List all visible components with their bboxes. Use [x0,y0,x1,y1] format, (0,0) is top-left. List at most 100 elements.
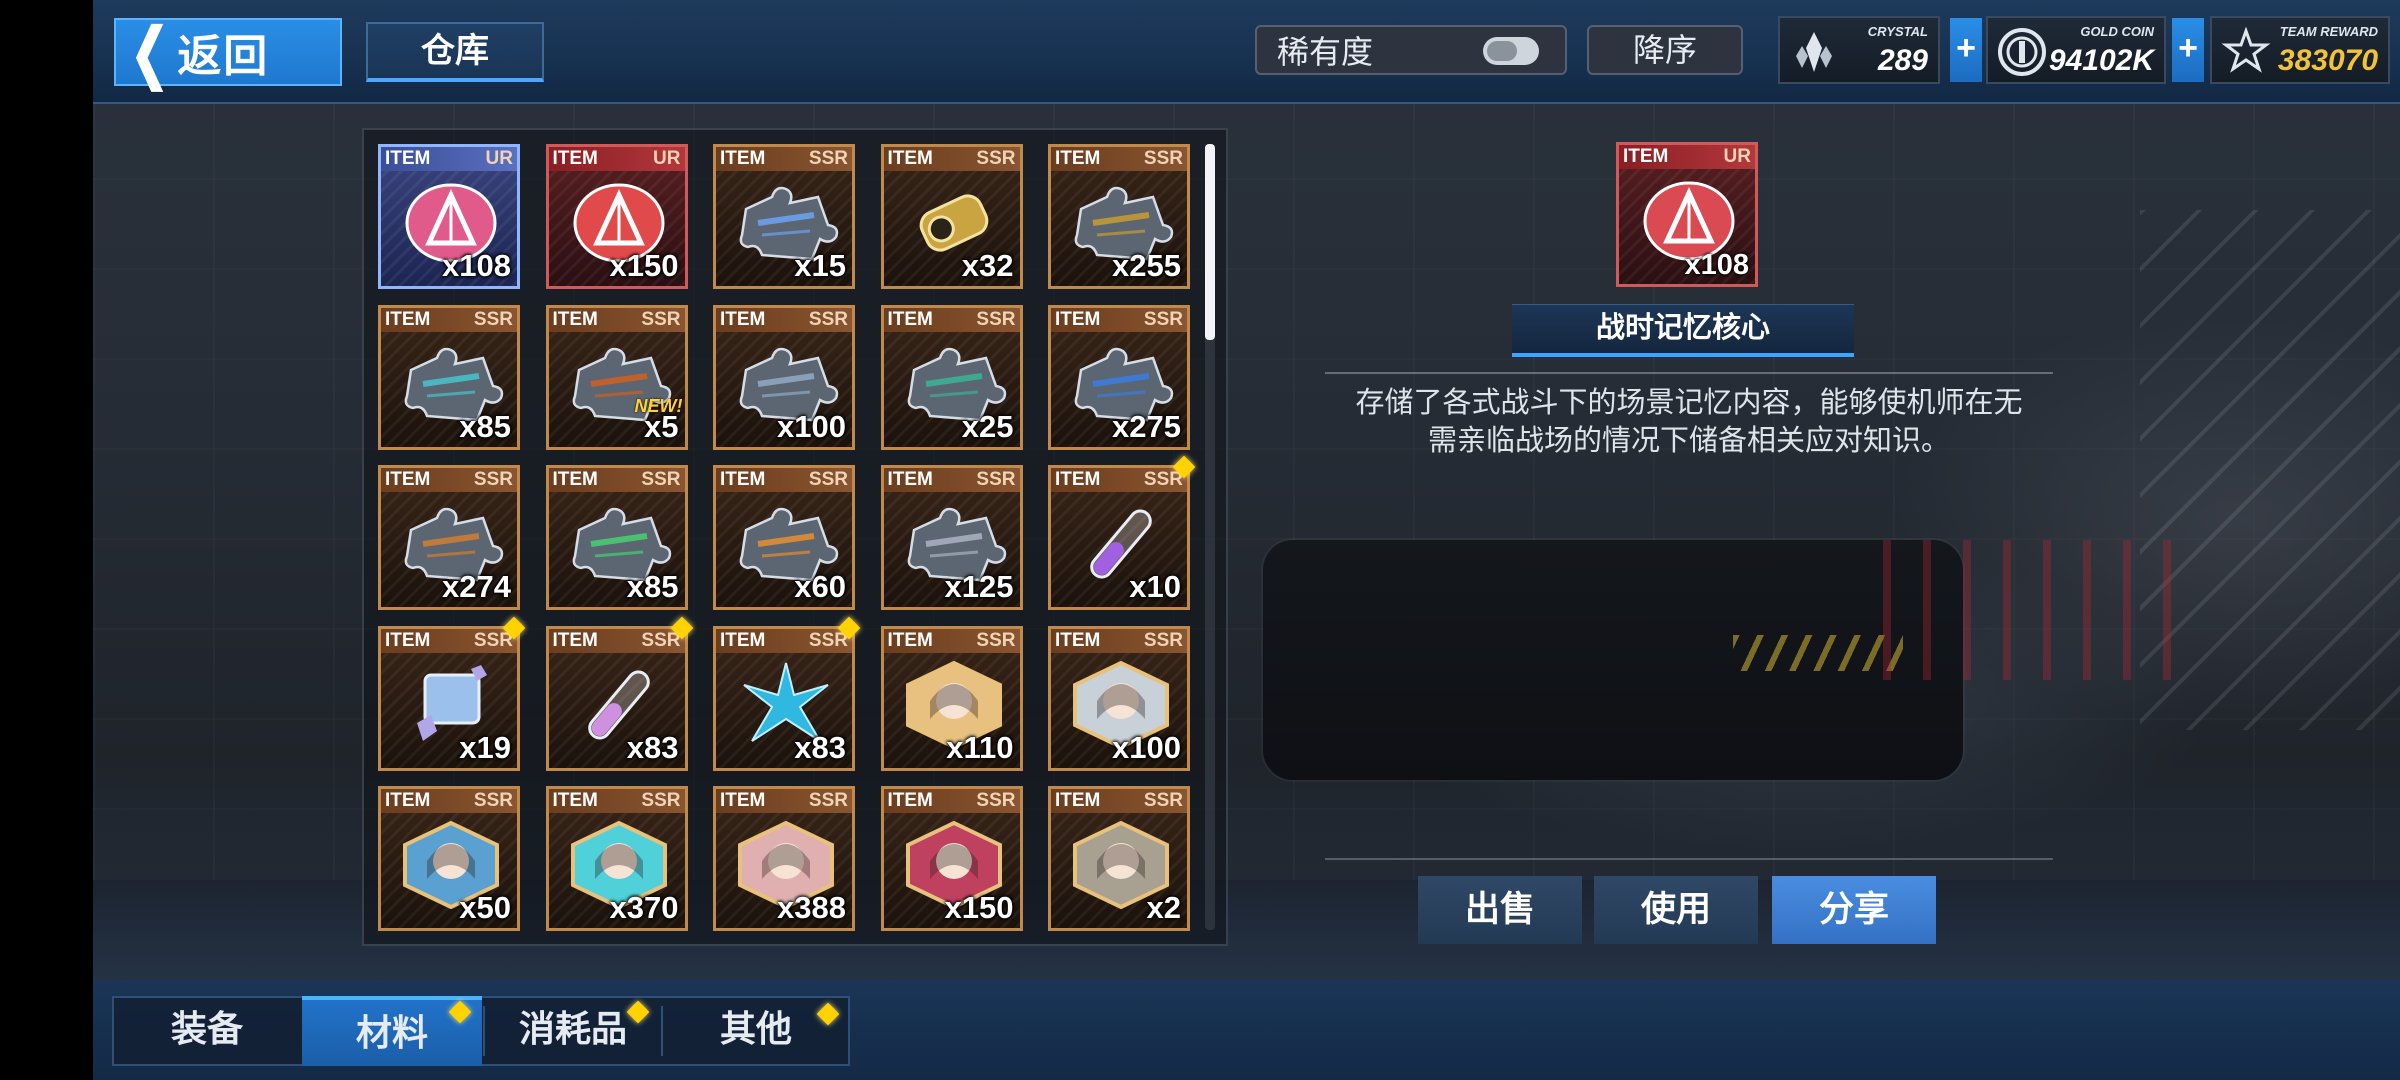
inventory-item-card[interactable]: ITEM SSR x370 [545,786,688,931]
item-card-header: ITEM SSR [548,628,685,653]
item-type-label: ITEM [552,308,598,330]
inventory-item-card[interactable]: ITEM SSR x275 [1048,304,1190,450]
item-type-label: ITEM [552,469,598,490]
item-card-header: ITEM SSR [548,307,685,332]
add-crystal-button[interactable]: + [1950,18,1982,82]
item-type-label: ITEM [1055,790,1101,811]
inventory-item-card[interactable]: ITEM SSR x274 [378,465,520,610]
item-card-header: ITEM SSR [716,628,852,653]
item-type-label: ITEM [552,629,598,651]
sort-label: 稀有度 [1277,34,1374,70]
sort-rarity-button[interactable]: 稀有度 [1255,25,1567,75]
inventory-item-card[interactable]: ITEM SSR x255 [1048,144,1190,289]
item-quantity: x100 [1112,729,1181,765]
item-quantity: x5 [644,408,679,444]
sell-button[interactable]: 出售 [1418,876,1582,944]
inventory-item-card[interactable]: ITEM SSR x50 [378,786,520,931]
item-card-header: ITEM SSR [883,628,1020,653]
inventory-item-card[interactable]: ITEM SSR x10 [1048,465,1190,610]
item-type-label: ITEM [720,308,766,330]
inventory-item-card[interactable]: ITEM SSR x32 [880,144,1023,289]
inventory-item-card[interactable]: ITEM SSR x19 [378,625,520,771]
item-quantity: x370 [609,890,679,925]
item-type-label: ITEM [887,469,933,490]
item-rarity-label: SSR [808,790,848,811]
inventory-item-card[interactable]: ITEM SSR x83 [713,625,855,771]
item-quantity: x83 [794,729,846,765]
item-rarity-label: SSR [976,629,1016,651]
inventory-item-card[interactable]: ITEM SSR x100 [713,304,855,450]
item-rarity-label: SSR [976,790,1016,811]
inventory-item-card[interactable]: ITEM SSR x83 [545,625,688,771]
inventory-item-card[interactable]: ITEM SSR x15 [713,144,855,289]
inventory-item-card[interactable]: ITEM UR x150 [545,144,688,289]
item-rarity-label: SSR [976,308,1016,330]
inventory-item-card[interactable]: ITEM SSR x60 [713,465,855,610]
item-quantity: x25 [961,408,1014,444]
item-quantity: x83 [626,729,679,765]
item-rarity-label: SSR [1143,790,1183,811]
tab-warehouse[interactable]: 仓库 [366,22,544,82]
item-type-label: ITEM [1055,148,1101,169]
inventory-item-card[interactable]: ITEM SSR x110 [880,625,1023,771]
tab-other[interactable]: 其他 [663,996,849,1066]
item-rarity-label: SSR [1143,308,1183,330]
use-button[interactable]: 使用 [1594,876,1758,944]
inventory-item-card[interactable]: ITEM SSR x85 [378,304,520,450]
item-card-header: ITEM SSR [1051,789,1187,813]
crystal-icon [1788,26,1840,78]
inventory-item-card[interactable]: ITEM SSR x25 [880,304,1023,450]
item-rarity-label: SSR [641,308,681,330]
item-card-header: ITEM SSR [1051,468,1187,492]
item-type-label: ITEM [1055,629,1101,651]
inventory-item-card[interactable]: ITEM SSR NEW! x5 [545,304,688,450]
inventory-item-card[interactable]: ITEM SSR x100 [1048,625,1190,771]
item-rarity-label: SSR [473,308,513,330]
item-card-header: ITEM SSR [1051,147,1187,171]
item-name: 战时记忆核心 [1512,304,1854,357]
item-card-header: ITEM SSR [381,789,517,813]
inventory-item-card[interactable]: ITEM SSR x125 [880,465,1023,610]
inventory-item-card[interactable]: ITEM SSR x85 [545,465,688,610]
order-descending-button[interactable]: 降序 [1587,25,1743,75]
currency-crystal: CRYSTAL 289 [1778,16,1940,84]
item-rarity-label: SSR [808,148,848,169]
inventory-item-card[interactable]: ITEM UR x108 [378,144,520,289]
item-card-header: ITEM SSR [716,789,852,813]
item-type-label: ITEM [385,629,431,651]
item-quantity: x150 [944,890,1014,925]
item-quantity: x125 [944,569,1014,604]
divider [1325,372,2053,374]
item-type-label: ITEM [887,148,933,169]
selected-item-quantity: x108 [1684,249,1749,281]
item-rarity-label: SSR [1143,629,1183,651]
item-rarity-label: SSR [473,790,513,811]
tab-equipment[interactable]: 装备 [114,996,300,1066]
item-quantity: x60 [794,569,846,604]
item-type-label: ITEM [887,629,933,651]
background-hazard-stripes [1733,635,1903,671]
item-rarity-label: SSR [473,469,513,490]
item-quantity: x50 [459,890,511,925]
selected-item-card: ITEM UR x108 [1616,142,1758,287]
item-description: 存储了各式战斗下的场景记忆内容，能够使机师在无 需亲临战场的情况下储备相关应对知… [1355,387,2023,457]
currency-gold-coin: GOLD COIN 94102K [1986,16,2166,84]
add-gold-button[interactable]: + [2172,18,2204,82]
item-type-label: ITEM [720,629,766,651]
item-type-label: ITEM [1055,469,1101,490]
inventory-item-card[interactable]: ITEM SSR x388 [713,786,855,931]
inventory-item-card[interactable]: ITEM SSR x2 [1048,786,1190,931]
item-type-label: ITEM [720,148,766,169]
inventory-scroll-thumb[interactable] [1205,144,1215,340]
item-type-label: ITEM [385,148,431,169]
item-quantity: x2 [1146,890,1181,925]
item-type-label: ITEM [720,790,766,811]
share-button[interactable]: 分享 [1772,876,1936,944]
item-card-header: ITEM SSR [716,307,852,332]
screen-notch [0,0,93,1080]
item-type-label: ITEM [887,790,933,811]
back-button[interactable]: ❮ 返回 [114,18,342,86]
item-quantity: x274 [442,569,511,604]
inventory-item-card[interactable]: ITEM SSR x150 [880,786,1023,931]
sort-toggle-icon [1483,37,1539,65]
